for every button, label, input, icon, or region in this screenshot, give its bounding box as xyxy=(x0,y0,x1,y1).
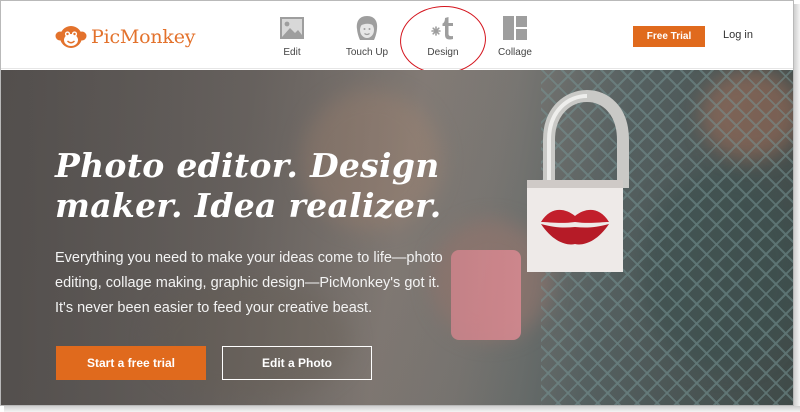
hero-section: Photo editor. Design maker. Idea realize… xyxy=(1,70,793,405)
brand-name: PicMonkey xyxy=(91,26,196,48)
padlock-image xyxy=(527,89,629,272)
free-trial-button[interactable]: Free Trial xyxy=(633,26,705,47)
hero-headline-line2: maker. Idea realizer. xyxy=(55,186,442,225)
frame-shadow xyxy=(794,4,800,412)
monkey-icon xyxy=(55,26,87,48)
hero-subtext: Everything you need to make your ideas c… xyxy=(55,246,525,321)
screenshot-frame: PicMonkey Edit Touch Up Design Collage F… xyxy=(0,0,794,406)
hero-subtext-line3: It's never been easier to feed your crea… xyxy=(55,300,373,316)
frame-shadow xyxy=(4,406,800,412)
nav-design[interactable]: Design xyxy=(408,15,478,58)
logo[interactable]: PicMonkey xyxy=(55,23,196,51)
hero-headline-line1: Photo editor. Design xyxy=(55,146,440,185)
hero-subtext-line1: Everything you need to make your ideas c… xyxy=(55,250,443,266)
design-t-icon xyxy=(428,15,458,41)
nav-edit[interactable]: Edit xyxy=(257,15,327,58)
login-link[interactable]: Log in xyxy=(723,29,753,41)
collage-grid-icon xyxy=(500,15,530,41)
site-header: PicMonkey Edit Touch Up Design Collage F… xyxy=(1,1,793,69)
nav-collage-label: Collage xyxy=(498,47,532,58)
nav-design-label: Design xyxy=(427,47,459,58)
nav-collage[interactable]: Collage xyxy=(480,15,550,58)
image-icon xyxy=(277,15,307,41)
hero-headline: Photo editor. Design maker. Idea realize… xyxy=(55,146,525,226)
nav-edit-label: Edit xyxy=(283,47,301,58)
nav-touch-up[interactable]: Touch Up xyxy=(332,15,402,58)
face-icon xyxy=(352,15,382,41)
hero-subtext-line2: editing, collage making, graphic design—… xyxy=(55,275,440,291)
edit-photo-button[interactable]: Edit a Photo xyxy=(222,346,372,380)
nav-touch-up-label: Touch Up xyxy=(345,47,389,58)
start-free-trial-button[interactable]: Start a free trial xyxy=(56,346,206,380)
